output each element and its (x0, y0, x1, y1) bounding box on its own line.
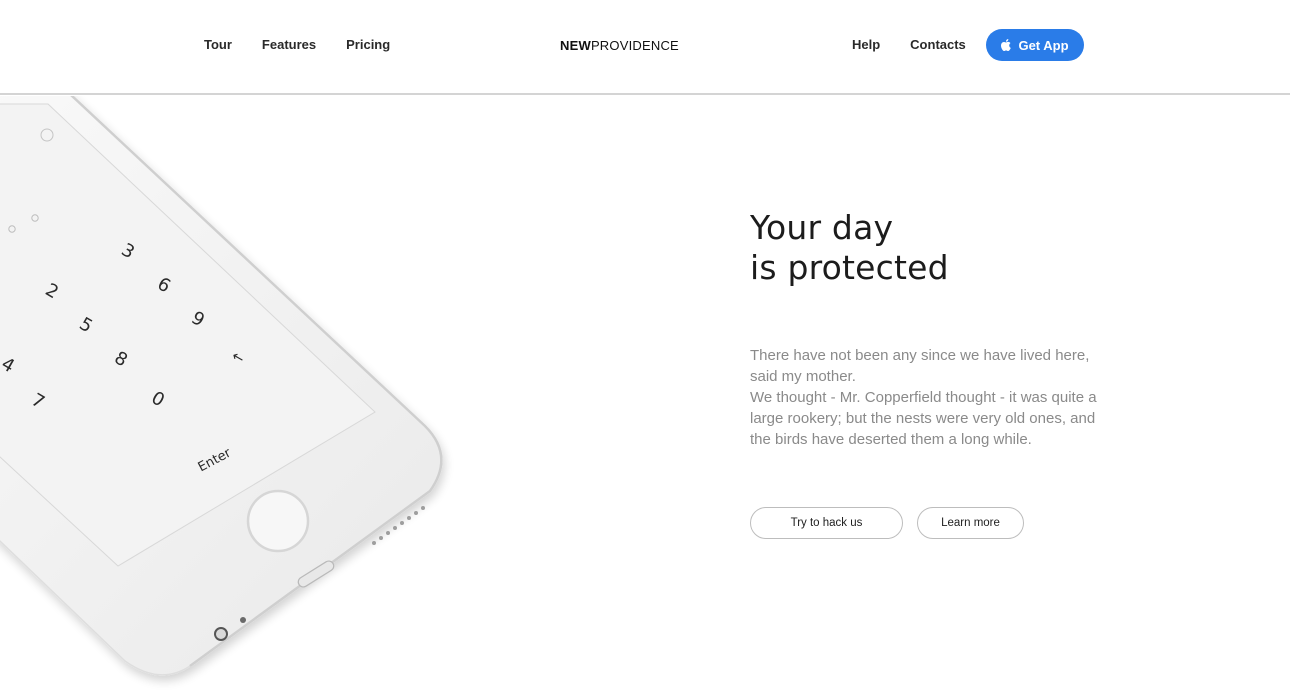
nav-link-help[interactable]: Help (852, 37, 880, 52)
brand-logo-regular: PROVIDENCE (590, 38, 679, 53)
hero-title: Your day is protected (750, 208, 949, 288)
site-header: Tour Features Pricing NEWPROVIDENCE Help… (0, 0, 1290, 95)
headphone-jack-icon (214, 627, 228, 641)
hero-title-line1: Your day (750, 208, 894, 247)
learn-more-button[interactable]: Learn more (917, 507, 1024, 539)
phone-illustration: 3 2 6 5 9 4 8 7 0 ← Enter (0, 96, 470, 696)
brand-logo[interactable]: NEWPROVIDENCE (560, 38, 679, 53)
primary-nav: Tour Features Pricing (204, 37, 420, 52)
hero-description-para2: We thought - Mr. Copperfield thought - i… (750, 389, 1097, 448)
hero-description-para1: There have not been any since we have li… (750, 347, 1090, 385)
nav-link-contacts[interactable]: Contacts (910, 37, 966, 52)
hero-description: There have not been any since we have li… (750, 345, 1110, 450)
get-app-button[interactable]: Get App (986, 29, 1084, 61)
brand-logo-bold: NEW (560, 38, 591, 53)
try-to-hack-button[interactable]: Try to hack us (750, 507, 903, 539)
nav-link-pricing[interactable]: Pricing (346, 37, 390, 52)
phone-svg: 3 2 6 5 9 4 8 7 0 ← Enter (0, 96, 443, 676)
get-app-label: Get App (1018, 37, 1069, 53)
nav-link-tour[interactable]: Tour (204, 37, 232, 52)
apple-icon (1001, 39, 1012, 51)
hero-title-line2: is protected (750, 248, 949, 287)
microphone-icon (240, 617, 246, 623)
home-button[interactable] (246, 489, 310, 553)
secondary-nav: Help Contacts (852, 37, 996, 52)
nav-link-features[interactable]: Features (262, 37, 316, 52)
